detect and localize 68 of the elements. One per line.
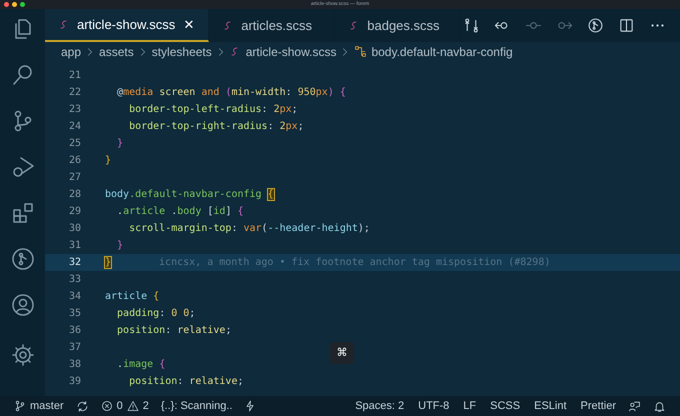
status-item[interactable]: ESLint [534,398,567,414]
circle-branch-icon[interactable] [10,247,34,271]
code-text: } [105,256,112,270]
code-text: position: relative; [116,324,232,338]
warning-icon [126,400,139,412]
status-item[interactable]: Spaces: 2 [355,398,404,414]
line-number: 25 [68,137,82,151]
error-icon [100,400,113,412]
status-item[interactable]: SCSS [490,398,520,414]
code-text: @media screen and (min-width: 950px) { [116,86,346,100]
extensions-icon[interactable] [10,201,34,225]
line-number: 31 [68,239,82,253]
circle-branch-icon[interactable] [587,17,604,34]
search-icon[interactable] [10,63,34,87]
code-text: border-top-left-radius: 2px; [128,103,298,117]
code-text: .image { [116,358,166,372]
line-number: 27 [68,171,82,185]
breadcrumb-item[interactable]: app [61,42,82,60]
line-number: 36 [68,324,82,338]
breadcrumb-item[interactable]: body.default-navbar-config [371,42,513,60]
line-number: 23 [68,103,82,117]
breadcrumb-item[interactable]: article-show.scss [246,42,336,60]
branch-icon [14,400,26,412]
editor-tab[interactable]: article-show.scss ✕ [45,9,210,42]
line-number: 32 [68,256,82,270]
line-number: 26 [68,154,82,168]
account-icon[interactable] [10,293,34,317]
code-text: article { [105,290,160,304]
status-item[interactable]: LF [463,398,476,414]
line-number: 24 [68,120,82,134]
code-text: } [116,239,124,253]
code-text: scroll-margin-top: var(--header-height); [128,222,370,236]
breadcrumb-item[interactable]: assets [99,42,134,60]
lightning-icon[interactable] [244,400,256,412]
symbol-structure-icon [354,45,368,58]
line-number: 29 [68,205,82,219]
status-item[interactable]: Prettier [580,398,616,414]
feedback-icon[interactable] [628,400,641,412]
line-number: 39 [68,375,82,389]
line-number: 34 [68,290,82,304]
status-item[interactable]: UTF-8 [418,398,450,414]
problems-status[interactable]: 0 2 [100,398,149,414]
breadcrumb-item[interactable]: stylesheets [152,42,212,60]
code-text: } [116,137,124,151]
keystroke-popup: ⌘ [330,342,354,364]
line-number: 21 [68,69,82,83]
code-text: body.default-navbar-config { [105,188,274,202]
blame-annotation: icncsx, a month ago • fix footnote anchor tag misposition (#8298) [159,256,550,270]
line-number: 35 [68,307,82,321]
line-number: 30 [68,222,82,236]
line-number: 37 [68,341,82,355]
line-number: 38 [68,358,82,372]
code-text: border-top-right-radius: 2px; [128,120,304,134]
line-number: 33 [68,273,82,287]
bell-icon[interactable] [653,400,666,412]
code-text: padding: 0 0; [116,307,196,321]
code-text: .article .body [id] { [116,205,244,219]
line-number: 22 [68,86,82,100]
code-text: position: relative; [128,375,244,389]
sync-icon[interactable] [76,400,89,412]
branch-status[interactable]: master [14,398,64,414]
close-tab-button[interactable]: ✕ [183,14,194,34]
scanning-status[interactable]: {..}: Scanning.. [160,398,232,414]
split-editor-icon[interactable] [618,17,635,34]
code-text: } [105,154,112,168]
settings-icon[interactable] [10,343,34,367]
line-number: 28 [68,188,82,202]
compare-changes-icon[interactable] [463,17,480,34]
